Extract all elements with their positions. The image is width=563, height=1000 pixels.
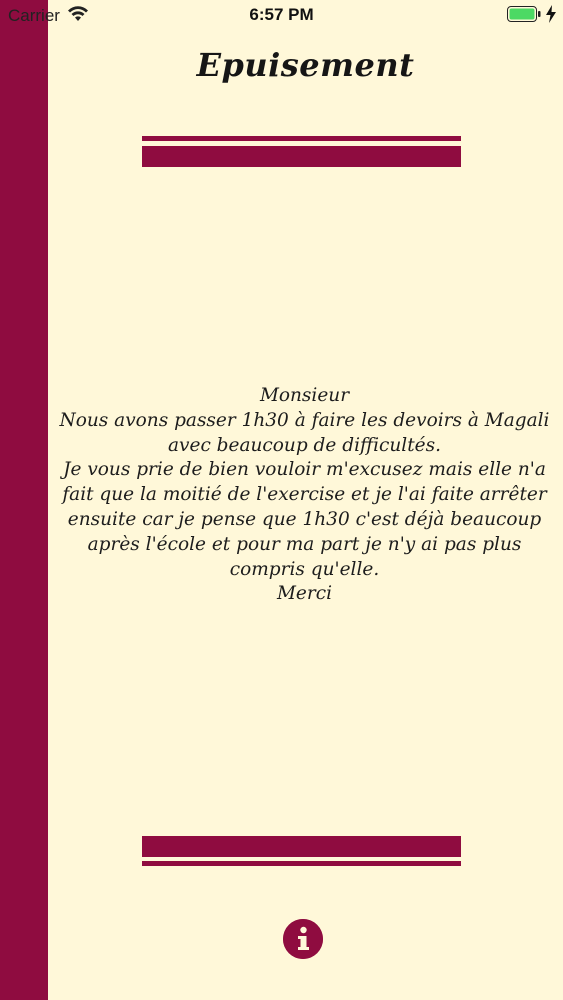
- message-closing: Merci: [276, 583, 332, 605]
- status-bar: Carrier 6:57 PM: [0, 0, 563, 30]
- message-line: Nous avons passer 1h30 à faire les devoi…: [59, 409, 550, 456]
- top-divider-thin: [142, 136, 461, 141]
- charging-bolt-icon: [546, 5, 556, 23]
- message-body: Monsieur Nous avons passer 1h30 à faire …: [52, 384, 557, 607]
- screen: Carrier 6:57 PM Epuisement Monsieur Nous…: [0, 0, 563, 1000]
- message-greeting: Monsieur: [259, 385, 350, 406]
- top-divider-thick: [142, 146, 461, 167]
- bottom-divider-thin: [142, 861, 461, 866]
- status-time: 6:57 PM: [249, 5, 314, 24]
- battery-icon: [507, 6, 541, 22]
- left-decorative-strip: [0, 0, 48, 1000]
- info-icon: [283, 919, 323, 959]
- message-line: Je vous prie de bien vouloir m'excusez m…: [62, 459, 547, 580]
- info-button[interactable]: [283, 919, 323, 959]
- bottom-divider-thick: [142, 836, 461, 857]
- page-title: Epuisement: [196, 46, 415, 84]
